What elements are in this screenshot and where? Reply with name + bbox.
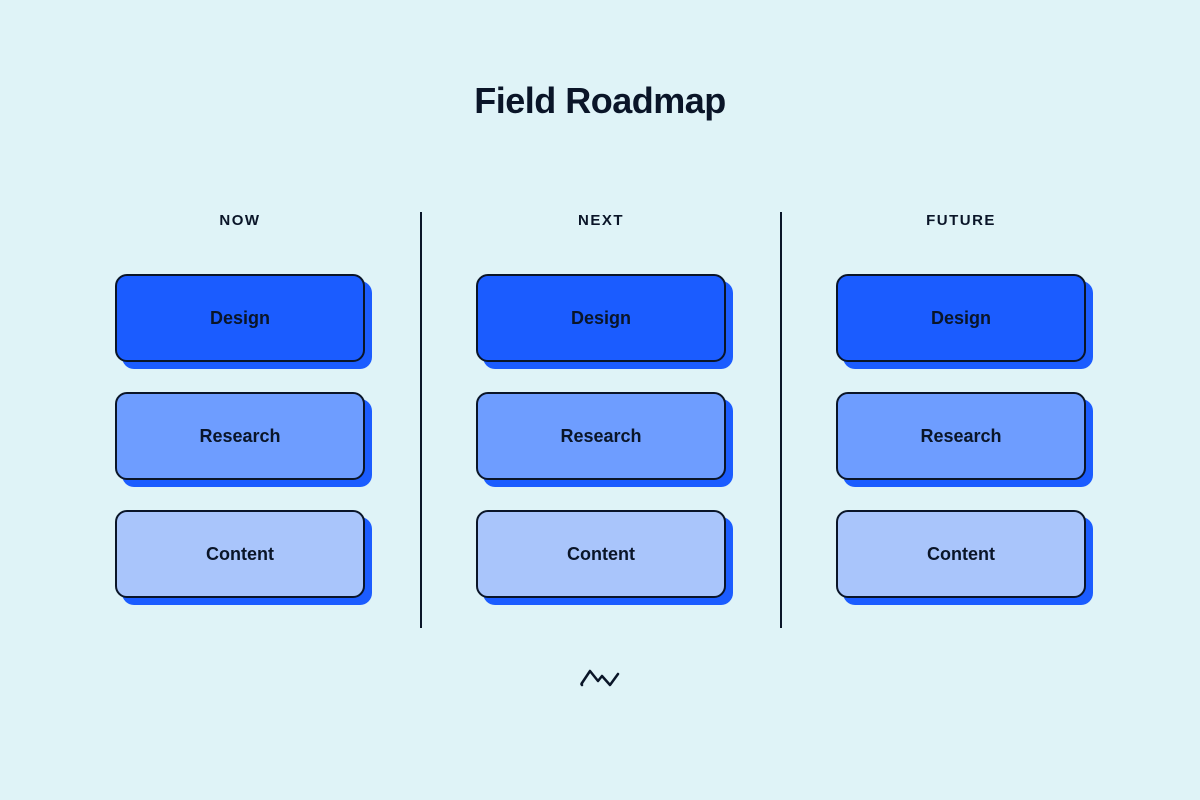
card-content: Content — [836, 510, 1086, 598]
page-title: Field Roadmap — [474, 80, 726, 122]
card-label: Research — [476, 392, 726, 480]
card-content: Content — [476, 510, 726, 598]
card-label: Content — [115, 510, 365, 598]
column-next: NEXT Design Research Content — [420, 212, 780, 628]
column-future: FUTURE Design Research Content — [780, 212, 1140, 628]
card-design: Design — [476, 274, 726, 362]
card-research: Research — [476, 392, 726, 480]
column-header: NEXT — [578, 212, 624, 229]
card-label: Design — [115, 274, 365, 362]
card-research: Research — [115, 392, 365, 480]
card-label: Research — [836, 392, 1086, 480]
card-content: Content — [115, 510, 365, 598]
column-now: NOW Design Research Content — [60, 212, 420, 628]
card-design: Design — [836, 274, 1086, 362]
card-design: Design — [115, 274, 365, 362]
card-label: Research — [115, 392, 365, 480]
column-header: FUTURE — [926, 212, 996, 229]
card-label: Design — [476, 274, 726, 362]
card-label: Content — [836, 510, 1086, 598]
roadmap-columns: NOW Design Research Content NEXT Design … — [60, 212, 1140, 628]
card-label: Content — [476, 510, 726, 598]
maze-logo-icon — [580, 663, 620, 693]
card-label: Design — [836, 274, 1086, 362]
card-research: Research — [836, 392, 1086, 480]
column-header: NOW — [219, 212, 260, 229]
